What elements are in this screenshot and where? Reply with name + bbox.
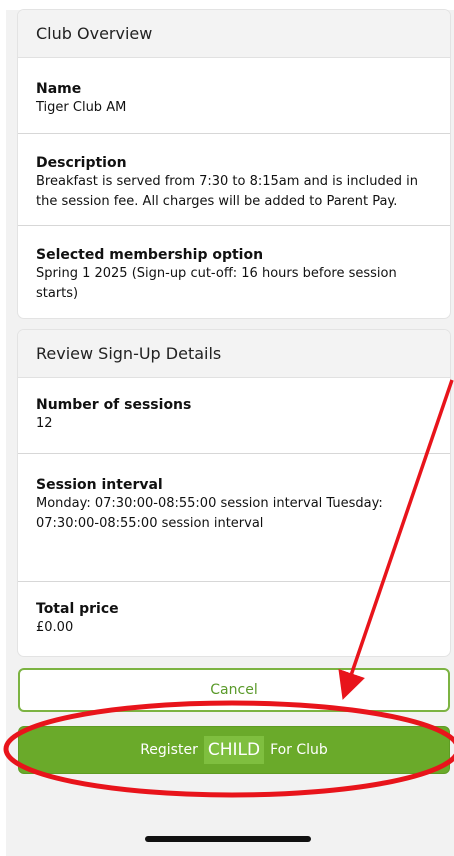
sessions-value: 12 [36,416,53,431]
register-prefix-label: Register [140,742,198,758]
price-label: Total price [36,601,119,617]
price-value: £0.00 [36,620,74,635]
membership-label: Selected membership option [36,247,264,263]
register-for-club-button[interactable]: Register CHILD For Club [18,726,450,774]
sessions-label: Number of sessions [36,397,192,413]
cancel-button-label: Cancel [210,682,258,698]
child-name-chip: CHILD [203,736,265,764]
cancel-button[interactable]: Cancel [18,668,450,712]
description-line-1: Breakfast is served from 7:30 to 8:15am … [36,174,419,189]
description-label: Description [36,155,127,171]
membership-line-2: starts) [36,286,79,301]
membership-row: Selected membership option Spring 1 2025… [18,226,450,318]
app-screen: Club Overview Name Tiger Club AM Descrip… [6,10,454,856]
description-line-2: the session fee. All charges will be add… [36,194,398,209]
price-row: Total price £0.00 [18,582,450,656]
club-overview-header: Club Overview [18,10,450,58]
name-row: Name Tiger Club AM [18,58,450,134]
name-label: Name [36,81,82,97]
membership-line-1: Spring 1 2025 (Sign-up cut-off: 16 hours… [36,266,397,281]
sessions-row: Number of sessions 12 [18,378,450,454]
club-overview-card: Club Overview Name Tiger Club AM Descrip… [18,10,450,318]
interval-label: Session interval [36,477,163,493]
home-indicator [145,836,311,842]
review-signup-header: Review Sign-Up Details [18,330,450,378]
interval-line-2: 07:30:00-08:55:00 session interval [36,516,264,531]
register-suffix-label: For Club [270,742,328,758]
review-signup-card: Review Sign-Up Details Number of session… [18,330,450,656]
interval-row: Session interval Monday: 07:30:00-08:55:… [18,454,450,582]
description-row: Description Breakfast is served from 7:3… [18,134,450,226]
interval-line-1: Monday: 07:30:00-08:55:00 session interv… [36,496,383,511]
name-value: Tiger Club AM [36,100,127,115]
